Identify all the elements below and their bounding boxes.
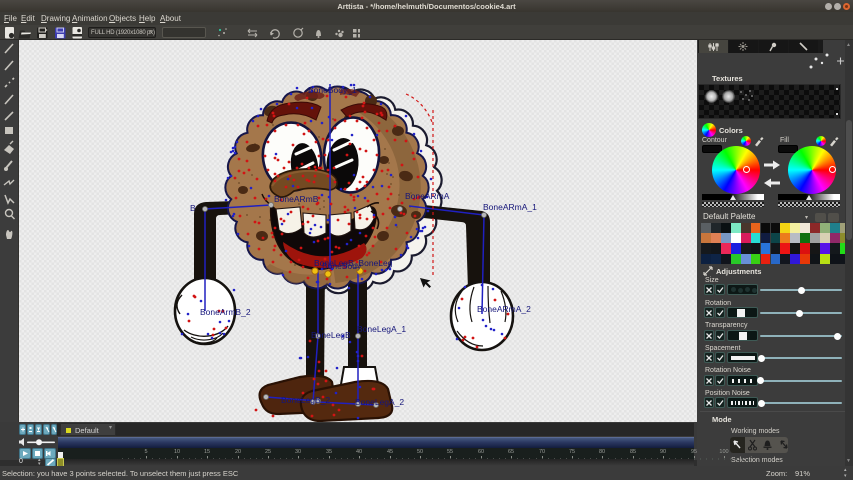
svg-text:BoneArmB_2: BoneArmB_2 <box>200 307 251 317</box>
svg-text:BoneLegA_1: BoneLegA_1 <box>357 324 406 334</box>
svg-text:BoneBody: BoneBody <box>322 261 362 271</box>
svg-text:BoneARmB: BoneARmB <box>274 194 319 204</box>
svg-text:BoneARmA_2: BoneARmA_2 <box>477 304 531 314</box>
svg-text:BoneARmA_1: BoneARmA_1 <box>483 202 537 212</box>
svg-text:BoneLegB: BoneLegB <box>311 330 351 340</box>
svg-text:BoneLegB_2: BoneLegB_2 <box>281 395 330 405</box>
svg-text:BoneBody_1: BoneBody_1 <box>308 85 357 95</box>
svg-text:BoneLegA_2: BoneLegA_2 <box>355 397 404 407</box>
svg-text:BoneARmA: BoneARmA <box>405 191 450 201</box>
